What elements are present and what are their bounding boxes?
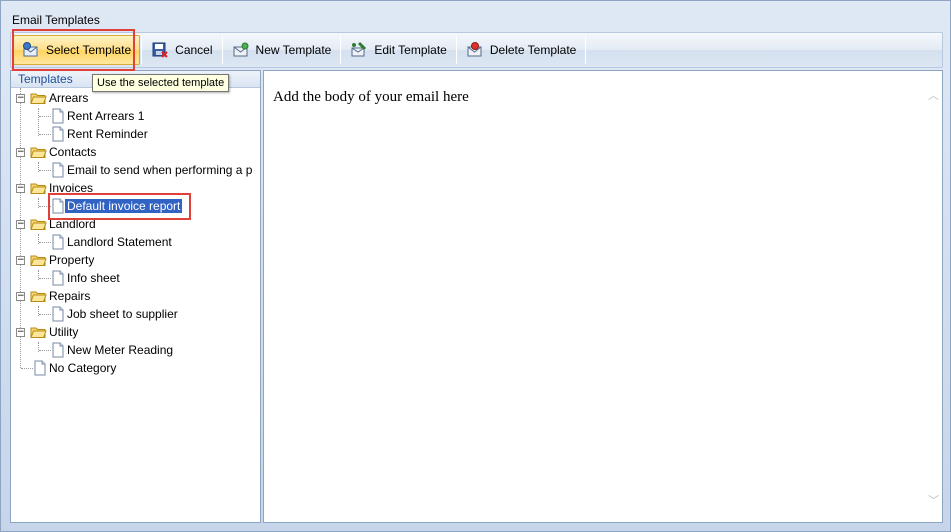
- tree-folder-repairs[interactable]: Repairs: [30, 287, 92, 305]
- tree-connector: [39, 314, 51, 315]
- tree-label: No Category: [49, 361, 117, 375]
- document-icon: [52, 270, 64, 286]
- templates-tree-panel: Templates − Arrears Rent Arrears 1 Rent …: [10, 70, 261, 523]
- tree-label: Utility: [49, 325, 79, 339]
- document-icon: [52, 108, 64, 124]
- collapse-toggle[interactable]: −: [16, 94, 25, 103]
- new-template-button[interactable]: New Template: [224, 34, 340, 66]
- tree-label: Info sheet: [67, 271, 120, 285]
- email-templates-window: Email Templates Select Template Cancel N…: [0, 0, 951, 532]
- envelope-delete-icon: [466, 41, 484, 59]
- tree-label: Repairs: [49, 289, 91, 303]
- tree-item-rent-reminder[interactable]: Rent Reminder: [51, 125, 150, 143]
- delete-template-label: Delete Template: [489, 43, 577, 57]
- cancel-button[interactable]: Cancel: [143, 34, 220, 66]
- tree-connector: [39, 278, 51, 279]
- tree-folder-arrears[interactable]: Arrears: [30, 89, 90, 107]
- tree-item-rent-arrears-1[interactable]: Rent Arrears 1: [51, 107, 146, 125]
- tree-label: Arrears: [49, 91, 89, 105]
- toolbar-separator: [141, 36, 143, 64]
- tree-item-info-sheet[interactable]: Info sheet: [51, 269, 122, 287]
- select-template-label: Select Template: [46, 43, 132, 57]
- collapse-toggle[interactable]: −: [16, 184, 25, 193]
- toolbar-separator: [585, 36, 587, 64]
- window-title: Email Templates: [12, 13, 100, 27]
- document-icon: [34, 360, 46, 376]
- tree-label: Job sheet to supplier: [67, 307, 178, 321]
- tree-label: Property: [49, 253, 95, 267]
- tree-item-landlord-statement[interactable]: Landlord Statement: [51, 233, 174, 251]
- tree-folder-property[interactable]: Property: [30, 251, 96, 269]
- tree-label: Rent Arrears 1: [67, 109, 145, 123]
- new-template-label: New Template: [255, 43, 332, 57]
- collapse-toggle[interactable]: −: [16, 256, 25, 265]
- tree-item-job-sheet[interactable]: Job sheet to supplier: [51, 305, 180, 323]
- folder-open-icon: [30, 183, 47, 194]
- folder-open-icon: [30, 291, 47, 302]
- collapse-toggle[interactable]: −: [16, 220, 25, 229]
- select-template-button[interactable]: Select Template: [13, 35, 141, 65]
- collapse-toggle[interactable]: −: [16, 328, 25, 337]
- envelope-new-icon: [232, 41, 250, 59]
- tree-label: Landlord: [49, 217, 96, 231]
- tree-label: Invoices: [49, 181, 94, 195]
- tree-item-default-invoice-report[interactable]: Default invoice report: [51, 197, 183, 215]
- tree-label: Default invoice report: [65, 199, 183, 213]
- edit-template-button[interactable]: Edit Template: [342, 34, 455, 66]
- document-icon: [52, 126, 64, 142]
- folder-open-icon: [30, 147, 47, 158]
- tree-item-email-performing[interactable]: Email to send when performing a p: [51, 161, 261, 179]
- tree-connector: [21, 368, 33, 369]
- scroll-down-arrow-icon[interactable]: ﹀: [928, 492, 939, 507]
- collapse-toggle[interactable]: −: [16, 148, 25, 157]
- document-icon: [52, 234, 64, 250]
- tree-folder-landlord[interactable]: Landlord: [30, 215, 98, 233]
- save-cancel-icon: [151, 41, 169, 59]
- tree-connector: [39, 134, 51, 135]
- edit-template-label: Edit Template: [374, 43, 447, 57]
- tree-folder-utility[interactable]: Utility: [30, 323, 80, 341]
- document-icon: [52, 198, 64, 214]
- toolbar: Select Template Cancel New Template Edit…: [10, 32, 943, 68]
- tree-label: Landlord Statement: [67, 235, 172, 249]
- toolbar-separator: [221, 36, 223, 64]
- tree-connector: [39, 242, 51, 243]
- envelope-check-icon: [22, 41, 40, 59]
- delete-template-button[interactable]: Delete Template: [458, 34, 585, 66]
- envelope-edit-icon: [350, 41, 368, 59]
- folder-open-icon: [30, 327, 47, 338]
- tree-connector: [38, 108, 39, 136]
- toolbar-separator: [340, 36, 342, 64]
- tree-label: Rent Reminder: [67, 127, 148, 141]
- email-body-editor[interactable]: Add the body of your email here ︿ ﹀: [263, 70, 943, 523]
- tree-label: Contacts: [49, 145, 97, 159]
- tree-folder-invoices[interactable]: Invoices: [30, 179, 95, 197]
- select-template-tooltip: Use the selected template: [92, 74, 230, 92]
- document-icon: [52, 342, 64, 358]
- tree-connector: [39, 170, 51, 171]
- folder-open-icon: [30, 255, 47, 266]
- document-icon: [52, 306, 64, 322]
- tree-folder-contacts[interactable]: Contacts: [30, 143, 98, 161]
- folder-open-icon: [30, 93, 47, 104]
- tree-connector: [39, 206, 51, 207]
- tree-item-no-category[interactable]: No Category: [33, 359, 118, 377]
- toolbar-separator: [455, 36, 457, 64]
- tree-label: New Meter Reading: [67, 343, 174, 357]
- collapse-toggle[interactable]: −: [16, 292, 25, 301]
- email-body-text[interactable]: Add the body of your email here: [273, 89, 469, 106]
- folder-open-icon: [30, 219, 47, 230]
- cancel-label: Cancel: [175, 43, 213, 57]
- document-icon: [52, 162, 64, 178]
- tree-connector: [39, 116, 51, 117]
- tree-item-new-meter-reading[interactable]: New Meter Reading: [51, 341, 175, 359]
- tree-label: Email to send when performing a p: [67, 163, 253, 177]
- scroll-up-arrow-icon[interactable]: ︿: [928, 87, 939, 102]
- tree-connector: [39, 350, 51, 351]
